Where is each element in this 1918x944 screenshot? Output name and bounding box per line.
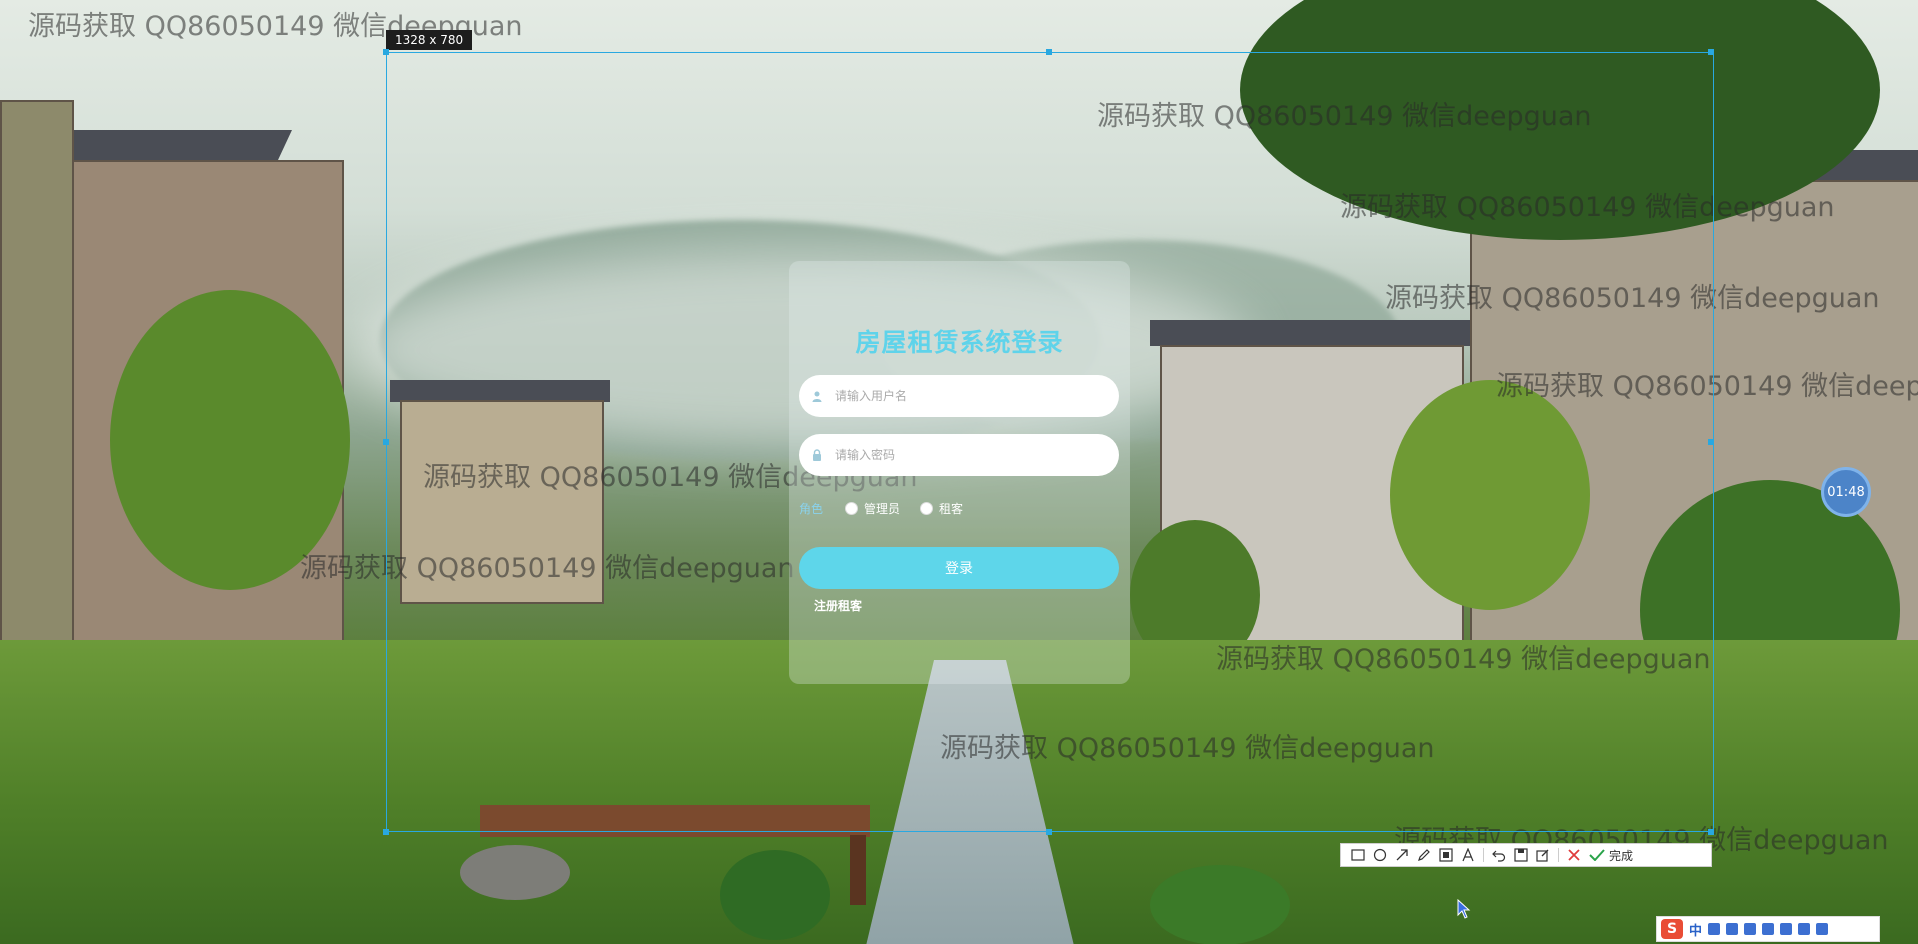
lock-icon <box>809 447 825 463</box>
capture-size-badge: 1328 x 780 <box>386 30 473 50</box>
punctuation-icon[interactable] <box>1708 923 1721 935</box>
roof <box>48 130 292 160</box>
emoji-icon[interactable] <box>1726 923 1739 935</box>
user-icon[interactable] <box>1780 923 1793 935</box>
resize-handle[interactable] <box>1708 439 1714 445</box>
toolbar-divider <box>1558 848 1559 862</box>
role-option-label: 租客 <box>939 502 964 516</box>
timer-badge[interactable]: 01:48 <box>1821 467 1871 517</box>
save-icon[interactable] <box>1510 845 1532 865</box>
role-option-label: 管理员 <box>864 502 901 516</box>
left-villa-tower <box>0 100 74 684</box>
boulder <box>460 845 570 900</box>
mouse-cursor-icon <box>1457 899 1471 919</box>
resize-handle[interactable] <box>383 49 389 55</box>
toolbar-divider <box>1483 848 1484 862</box>
annotation-toolbar: 完成 <box>1340 843 1712 867</box>
radio-button[interactable] <box>920 502 934 515</box>
grid-icon[interactable] <box>1816 923 1829 935</box>
role-label: 角色 <box>799 502 824 516</box>
tree <box>110 290 350 590</box>
login-card: 房屋租赁系统登录 角色 管理员 租客 登录 注册租客 <box>789 261 1130 684</box>
text-icon[interactable] <box>1457 845 1479 865</box>
login-title: 房屋租赁系统登录 <box>855 328 1064 357</box>
skin-icon[interactable] <box>1798 923 1811 935</box>
close-icon[interactable] <box>1563 845 1585 865</box>
keyboard-icon[interactable] <box>1762 923 1775 935</box>
bush <box>720 850 830 940</box>
user-icon <box>809 388 825 404</box>
edit-icon[interactable] <box>1532 845 1554 865</box>
resize-handle[interactable] <box>383 829 389 835</box>
password-input[interactable] <box>833 447 1119 463</box>
mosaic-icon[interactable] <box>1435 845 1457 865</box>
resize-handle[interactable] <box>1708 49 1714 55</box>
microphone-icon[interactable] <box>1744 923 1757 935</box>
register-tenant-link[interactable]: 注册租客 <box>814 597 862 614</box>
radio-button[interactable] <box>845 502 859 515</box>
ellipse-icon[interactable] <box>1369 845 1391 865</box>
arrow-icon[interactable] <box>1391 845 1413 865</box>
username-field[interactable] <box>799 375 1119 417</box>
login-button[interactable]: 登录 <box>799 547 1119 589</box>
resize-handle[interactable] <box>383 439 389 445</box>
deck-post <box>850 835 866 905</box>
password-field[interactable] <box>799 434 1119 476</box>
ime-logo[interactable]: S <box>1661 919 1683 939</box>
checkmark-icon <box>1589 849 1605 861</box>
rectangle-icon[interactable] <box>1347 845 1369 865</box>
undo-icon[interactable] <box>1488 845 1510 865</box>
role-option-admin[interactable]: 管理员 <box>845 500 900 517</box>
done-label: 完成 <box>1609 848 1634 863</box>
ime-mode[interactable]: 中 <box>1689 920 1702 939</box>
done-button[interactable]: 完成 <box>1589 847 1633 864</box>
role-option-tenant[interactable]: 租客 <box>920 500 963 517</box>
bush <box>1150 865 1290 944</box>
pen-icon[interactable] <box>1413 845 1435 865</box>
role-selector: 角色 管理员 租客 <box>799 500 983 517</box>
resize-handle[interactable] <box>1046 829 1052 835</box>
username-input[interactable] <box>833 388 1119 404</box>
resize-handle[interactable] <box>1046 49 1052 55</box>
ime-toolbar: S 中 <box>1656 916 1880 942</box>
resize-handle[interactable] <box>1708 829 1714 835</box>
